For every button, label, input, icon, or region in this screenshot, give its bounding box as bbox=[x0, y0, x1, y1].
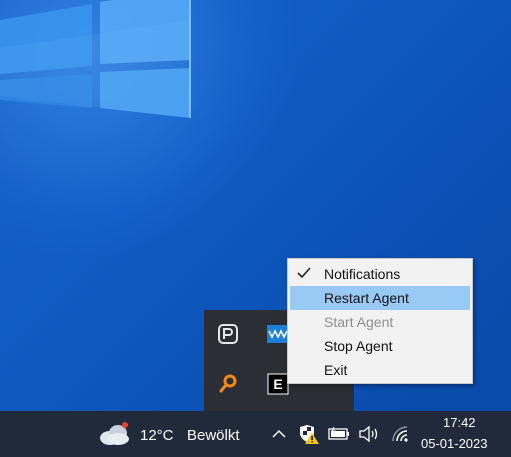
security-shield-warning-icon[interactable] bbox=[298, 423, 320, 445]
checkmark-icon bbox=[297, 267, 311, 279]
menu-item-exit[interactable]: Exit bbox=[290, 358, 470, 382]
menu-item-restart-agent[interactable]: Restart Agent bbox=[290, 286, 470, 310]
menu-item-start-agent: Start Agent bbox=[290, 310, 470, 334]
menu-item-label: Notifications bbox=[324, 266, 401, 282]
menu-item-label: Start Agent bbox=[324, 314, 394, 330]
weather-widget[interactable] bbox=[98, 420, 132, 448]
clock-time[interactable]: 17:42 bbox=[443, 415, 476, 430]
search-orange-icon[interactable] bbox=[216, 372, 240, 396]
svg-text:E: E bbox=[273, 376, 282, 392]
wifi-icon[interactable] bbox=[390, 423, 412, 445]
clock-date[interactable]: 05-01-2023 bbox=[421, 436, 488, 451]
menu-item-label: Restart Agent bbox=[324, 290, 409, 306]
menu-item-stop-agent[interactable]: Stop Agent bbox=[290, 334, 470, 358]
p-app-icon[interactable] bbox=[216, 322, 240, 346]
windows-logo-wallpaper bbox=[0, 0, 191, 118]
battery-icon[interactable] bbox=[328, 423, 350, 445]
taskbar: 12°C Bewölkt 17:42 05-01-2023 bbox=[0, 411, 511, 457]
weather-temperature[interactable]: 12°C bbox=[140, 427, 174, 444]
cloudy-icon bbox=[100, 422, 129, 445]
weather-condition[interactable]: Bewölkt bbox=[187, 427, 240, 444]
volume-icon[interactable] bbox=[358, 423, 380, 445]
menu-item-label: Exit bbox=[324, 362, 348, 378]
show-hidden-icons-chevron-icon[interactable] bbox=[268, 423, 290, 445]
menu-item-label: Stop Agent bbox=[324, 338, 393, 354]
menu-item-notifications[interactable]: Notifications bbox=[290, 262, 470, 286]
tray-context-menu: Notifications Restart Agent Start Agent … bbox=[287, 258, 473, 384]
